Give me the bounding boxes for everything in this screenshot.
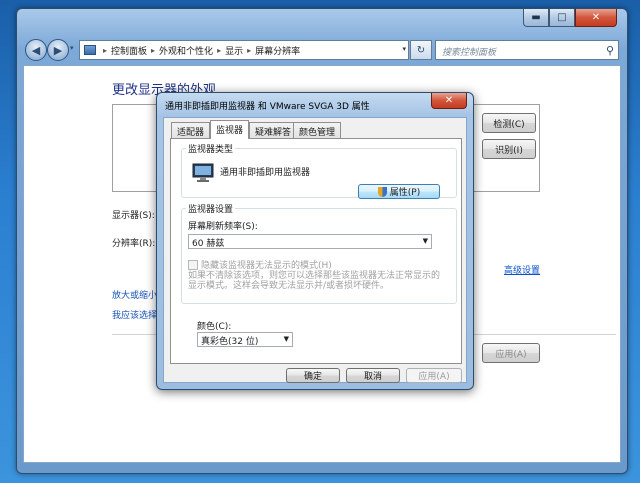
display-label: 显示器(S): — [112, 211, 155, 221]
identify-button[interactable]: 识别(I) — [482, 139, 536, 159]
breadcrumb-separator[interactable]: ▸ — [217, 46, 221, 55]
monitor-type-legend: 监视器类型 — [186, 142, 236, 155]
hide-modes-label: 隐藏该监视器无法显示的模式(H) — [201, 261, 332, 271]
hide-modes-row[interactable]: 隐藏该监视器无法显示的模式(H) — [188, 258, 332, 271]
breadcrumb-separator[interactable]: ▸ — [103, 46, 107, 55]
breadcrumb-separator[interactable]: ▸ — [151, 46, 155, 55]
close-button[interactable]: ✕ — [575, 9, 617, 27]
enlarge-text-link[interactable]: 放大或缩小 — [112, 288, 157, 301]
forward-arrow-icon: ▶ — [53, 43, 63, 57]
refresh-icon: ↻ — [416, 44, 426, 56]
tab-troubleshoot[interactable]: 疑难解答 — [249, 122, 298, 138]
monitor-icon — [192, 163, 214, 182]
control-panel-icon — [84, 45, 96, 55]
back-button[interactable]: ◀ — [25, 39, 47, 61]
dialog-close-button[interactable]: ✕ — [431, 93, 467, 109]
monitor-properties-dialog: 通用非即插即用监视器 和 VMware SVGA 3D 属性 ✕ 适配器 监视器… — [156, 92, 474, 390]
dialog-apply-button[interactable]: 应用(A) — [406, 368, 462, 383]
maximize-button[interactable]: □ — [549, 9, 575, 27]
search-placeholder: 搜索控制面板 — [442, 48, 497, 58]
chevron-down-icon: ▼ — [422, 237, 428, 245]
properties-button[interactable]: 属性(P) — [358, 184, 440, 199]
refresh-button[interactable]: ↻ — [410, 40, 432, 60]
chevron-down-icon: ▼ — [283, 335, 289, 343]
forward-button[interactable]: ▶ — [47, 39, 69, 61]
properties-button-label: 属性(P) — [389, 188, 421, 198]
search-input[interactable]: 搜索控制面板 ⚲ — [435, 40, 619, 60]
minimize-button[interactable]: ▬ — [523, 9, 549, 27]
refresh-rate-value: 60 赫兹 — [192, 239, 225, 249]
tab-adapter[interactable]: 适配器 — [171, 122, 211, 138]
search-icon[interactable]: ⚲ — [606, 44, 614, 57]
address-bar[interactable]: ▸ 控制面板 ▸ 外观和个性化 ▸ 显示 ▸ 屏幕分辨率 ▾ — [79, 40, 409, 60]
dialog-body: 适配器 监视器 疑难解答 颜色管理 监视器类型 通用非即插即用监视器 属性(P) — [163, 117, 467, 383]
refresh-rate-select[interactable]: 60 赫兹 ▼ — [188, 234, 432, 249]
detect-button[interactable]: 检测(C) — [482, 113, 536, 133]
breadcrumb-item-display[interactable]: 显示 — [225, 44, 243, 57]
which-settings-link[interactable]: 我应该选择 — [112, 308, 157, 321]
color-depth-value: 真彩色(32 位) — [201, 337, 259, 347]
refresh-rate-label: 屏幕刷新频率(S): — [188, 222, 258, 232]
monitor-settings-legend: 监视器设置 — [186, 202, 236, 215]
color-label: 颜色(C): — [197, 322, 232, 332]
monitor-name: 通用非即插即用监视器 — [220, 168, 311, 178]
hide-modes-checkbox[interactable] — [188, 259, 198, 270]
breadcrumb-separator[interactable]: ▸ — [247, 46, 251, 55]
monitor-tab-panel: 监视器类型 通用非即插即用监视器 属性(P) 监视器设置 屏幕刷新频率(S): … — [170, 138, 462, 364]
monitor-type-group: 监视器类型 通用非即插即用监视器 属性(P) — [181, 142, 457, 199]
resolution-label: 分辨率(R): — [112, 239, 156, 249]
hide-modes-description-1: 如果不清除该选项，则您可以选择那些该监视器无法正常显示的 — [188, 271, 441, 281]
dialog-title: 通用非即插即用监视器 和 VMware SVGA 3D 属性 — [165, 102, 370, 112]
apply-button[interactable]: 应用(A) — [482, 343, 540, 363]
monitor-settings-group: 监视器设置 屏幕刷新频率(S): 60 赫兹 ▼ 隐藏该监视器无法显示的模式(H… — [181, 202, 457, 304]
address-dropdown-icon[interactable]: ▾ — [402, 45, 406, 53]
recent-pages-dropdown-icon[interactable]: ▾ — [70, 44, 74, 52]
ok-button[interactable]: 确定 — [286, 368, 340, 383]
advanced-settings-link[interactable]: 高级设置 — [504, 263, 540, 276]
close-icon: ✕ — [444, 95, 454, 106]
tab-color-management[interactable]: 颜色管理 — [293, 122, 342, 138]
cancel-button[interactable]: 取消 — [346, 368, 400, 383]
window-controls: ▬ □ ✕ — [523, 9, 617, 27]
breadcrumb-item-control-panel[interactable]: 控制面板 — [111, 44, 147, 57]
color-depth-select[interactable]: 真彩色(32 位) ▼ — [197, 332, 293, 347]
hide-modes-description-2: 显示模式。这样会导致无法显示并/或者损坏硬件。 — [188, 281, 390, 291]
shield-icon — [377, 186, 387, 197]
tab-monitor[interactable]: 监视器 — [210, 120, 250, 139]
breadcrumb-item-appearance[interactable]: 外观和个性化 — [159, 44, 213, 57]
back-arrow-icon: ◀ — [31, 43, 41, 57]
breadcrumb-item-resolution[interactable]: 屏幕分辨率 — [255, 44, 300, 57]
